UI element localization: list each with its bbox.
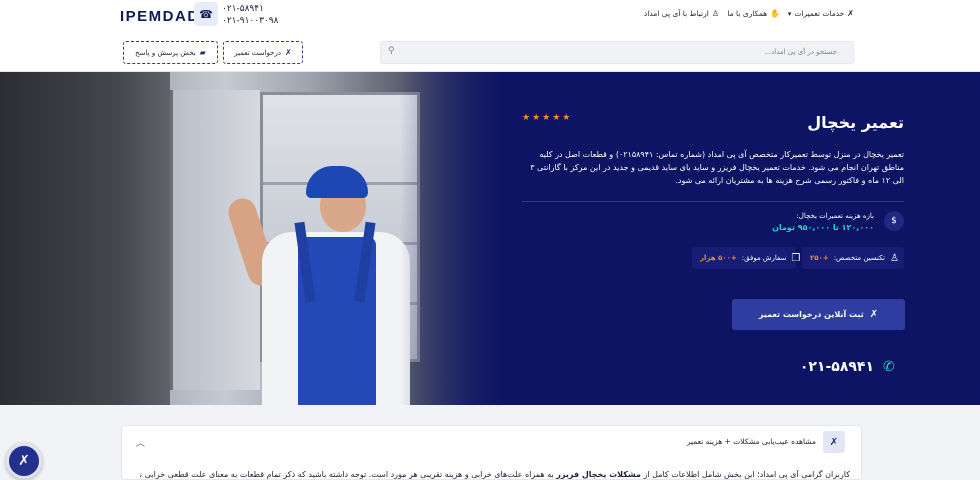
- phone-call-icon: ✆: [883, 359, 895, 375]
- nav-services[interactable]: ▾ خدمات تعمیرات ✗: [788, 9, 854, 18]
- rating-stars: ★★★★★: [522, 113, 573, 123]
- support-icon: ♙: [711, 9, 719, 18]
- nav-cooperation[interactable]: همکاری با ما ✋: [727, 9, 780, 18]
- tools-icon: ✗: [869, 309, 879, 320]
- accordion-body: کاربران گرامی آی پی امداد؛ این بخش شامل …: [140, 470, 850, 479]
- tools-icon: ✗: [18, 453, 30, 469]
- chat-icon: ▰: [199, 48, 206, 57]
- chevron-up-icon[interactable]: ︿: [136, 436, 145, 449]
- phone-button[interactable]: ☎: [194, 2, 218, 26]
- repair-request-button[interactable]: درخواست تعمیر ✗: [223, 41, 303, 64]
- search-icon[interactable]: ⚲: [388, 46, 395, 56]
- problems-link[interactable]: مشکلات یخچال فریزر: [556, 470, 641, 479]
- site-header: IPEMDAD ☎ ۰۲۱-۵۸۹۴۱ ۰۲۱-۹۱۰۰۳۰۹۸ ▾ خدمات…: [0, 0, 980, 72]
- phone-icon: ☎: [199, 7, 213, 21]
- hero-phone[interactable]: ۰۲۱-۵۸۹۴۱: [800, 359, 874, 375]
- hero-description: تعمیر یخچال در منزل توسط تعمیرکار متخصص …: [530, 150, 904, 185]
- page-title: تعمیر یخچال: [807, 113, 904, 132]
- tools-icon: ✗: [285, 48, 292, 57]
- accordion-title[interactable]: مشاهده عیب‌یابی مشکلات + هزینه تعمیر: [687, 437, 816, 446]
- orders-stat: ❐ سفارش موفق: +۵۰۰ هزار: [692, 247, 800, 269]
- header-phone-1[interactable]: ۰۲۱-۵۸۹۴۱: [222, 4, 264, 14]
- order-icon: ❐: [791, 252, 801, 264]
- dollar-icon: $: [884, 211, 904, 231]
- search-input[interactable]: جستجو در آی پی امداد...: [764, 48, 837, 56]
- site-logo[interactable]: IPEMDAD: [120, 8, 200, 25]
- nav-contact[interactable]: ارتباط با آی پی امداد ♙: [644, 9, 719, 18]
- technician-photo: [0, 72, 510, 405]
- price-label: بازه هزینه تعمیرات یخچال:: [796, 212, 874, 220]
- technicians-stat: ♙ تکنسین متخصص: +۲۵۰: [802, 247, 904, 269]
- price-value: ۱۲۰,۰۰۰ تا ۹۵۰,۰۰۰ تومان: [772, 223, 874, 232]
- header-phone-2[interactable]: ۰۲۱-۹۱۰۰۳۰۹۸: [222, 16, 278, 26]
- qa-button[interactable]: بخش پرسش و پاسخ ▰: [123, 41, 218, 64]
- online-repair-button[interactable]: ✗ ثبت آنلاین درخواست تعمیر: [732, 299, 905, 330]
- tools-icon: ✗: [823, 431, 845, 453]
- search-bar[interactable]: جستجو در آی پی امداد... ⚲: [380, 41, 854, 64]
- chevron-down-icon: ▾: [787, 9, 792, 18]
- user-icon: ♙: [889, 252, 899, 264]
- tools-icon: ✗: [847, 9, 854, 18]
- divider: [522, 201, 904, 202]
- handshake-icon: ✋: [770, 9, 780, 18]
- support-fab[interactable]: ✗: [6, 443, 42, 479]
